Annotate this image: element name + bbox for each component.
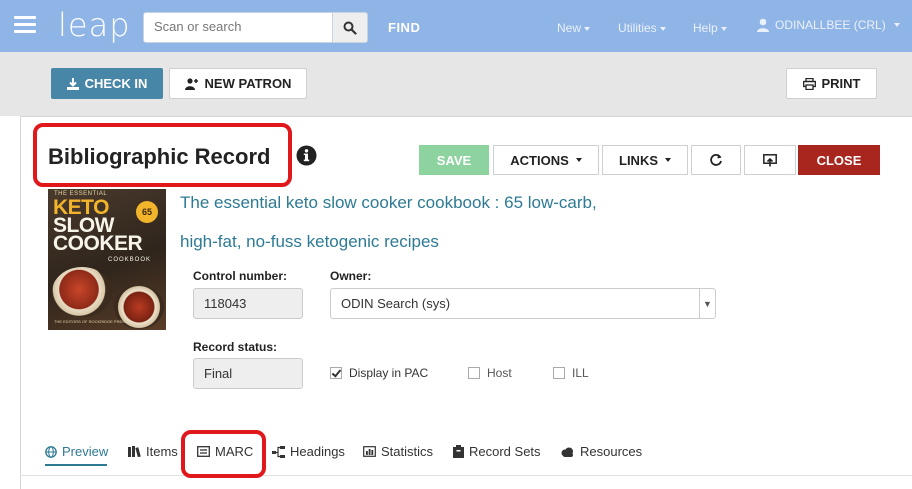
checkbox-label: ILL bbox=[572, 366, 589, 380]
display-in-pac-checkbox[interactable]: Display in PAC bbox=[330, 366, 428, 380]
record-status-label: Record status: bbox=[193, 340, 278, 354]
refresh-button[interactable] bbox=[691, 145, 741, 175]
caret-down-icon bbox=[575, 158, 582, 162]
check-in-label: CHECK IN bbox=[84, 76, 148, 91]
user-label: ODINALLBEE (CRL) bbox=[775, 18, 886, 32]
menu-help-label: Help bbox=[693, 21, 718, 35]
caret-down-icon bbox=[659, 26, 666, 31]
active-tab-indicator bbox=[45, 464, 107, 466]
search-button[interactable] bbox=[332, 12, 368, 43]
checkbox-label: Host bbox=[487, 366, 512, 380]
close-button[interactable]: CLOSE bbox=[798, 145, 880, 175]
record-status-field: Final bbox=[193, 358, 303, 389]
tab-label: Headings bbox=[290, 444, 345, 459]
refresh-icon bbox=[710, 154, 722, 166]
tab-items[interactable]: Items bbox=[128, 444, 178, 459]
search-icon bbox=[343, 21, 357, 35]
add-user-icon bbox=[184, 77, 198, 90]
books-icon bbox=[128, 446, 141, 457]
marc-tab-highlight bbox=[181, 430, 266, 478]
tab-record-sets[interactable]: Record Sets bbox=[453, 444, 541, 459]
actions-button[interactable]: ACTIONS bbox=[493, 145, 599, 175]
owner-label: Owner: bbox=[330, 269, 372, 283]
caret-down-icon bbox=[720, 26, 727, 31]
print-label: PRINT bbox=[821, 76, 861, 91]
new-patron-label: NEW PATRON bbox=[204, 76, 292, 91]
cover-food-image bbox=[52, 267, 112, 317]
top-navbar: leap Scan or search FIND New Utilities H… bbox=[0, 0, 912, 52]
tabs-divider bbox=[20, 475, 912, 476]
export-icon bbox=[763, 153, 777, 166]
checkbox-icon bbox=[468, 367, 480, 379]
search-input[interactable]: Scan or search bbox=[143, 12, 333, 43]
caret-down-icon bbox=[893, 23, 900, 27]
caret-down-icon bbox=[665, 158, 671, 162]
check-in-button[interactable]: CHECK IN bbox=[51, 68, 163, 99]
sitemap-icon bbox=[272, 445, 285, 458]
menu-help[interactable]: Help bbox=[693, 21, 727, 35]
tab-label: Preview bbox=[62, 444, 109, 459]
tab-label: Statistics bbox=[381, 444, 434, 459]
tab-resources[interactable]: Resources bbox=[560, 444, 642, 459]
tab-label: Resources bbox=[580, 444, 643, 459]
tab-preview[interactable]: Preview bbox=[45, 444, 108, 459]
caret-down-icon bbox=[584, 26, 591, 31]
find-link[interactable]: FIND bbox=[388, 20, 420, 35]
hamburger-menu-icon[interactable] bbox=[14, 16, 36, 34]
tab-headings[interactable]: Headings bbox=[272, 444, 345, 459]
cover-author: THE EDITORS OF ROCKRIDGE PRESS bbox=[54, 319, 128, 324]
menu-utilities[interactable]: Utilities bbox=[618, 21, 666, 35]
control-number-field: 118043 bbox=[193, 288, 303, 319]
links-button[interactable]: LINKS bbox=[602, 145, 688, 175]
checkbox-icon bbox=[553, 367, 565, 379]
app-logo[interactable]: leap bbox=[58, 6, 131, 44]
menu-new-label: New bbox=[557, 21, 582, 35]
checkbox-label: Display in PAC bbox=[349, 366, 429, 380]
links-label: LINKS bbox=[619, 152, 658, 168]
cloud-icon bbox=[561, 447, 573, 457]
cover-badge: 65 bbox=[136, 201, 158, 223]
user-icon bbox=[757, 18, 769, 32]
title-highlight bbox=[33, 123, 292, 187]
ill-checkbox[interactable]: ILL bbox=[553, 366, 589, 380]
book-title: The essential keto slow cooker cookbook … bbox=[180, 193, 597, 251]
save-button[interactable]: SAVE bbox=[419, 145, 489, 175]
tab-label: Record Sets bbox=[469, 444, 541, 459]
new-patron-button[interactable]: NEW PATRON bbox=[169, 68, 307, 99]
export-button[interactable] bbox=[744, 145, 796, 175]
host-checkbox[interactable]: Host bbox=[468, 366, 512, 380]
actions-label: ACTIONS bbox=[510, 152, 569, 168]
info-icon[interactable] bbox=[296, 145, 317, 166]
archive-icon bbox=[453, 445, 464, 458]
cover-text: COOKER bbox=[53, 232, 143, 255]
printer-icon bbox=[802, 77, 816, 90]
globe-icon bbox=[45, 445, 57, 458]
bar-chart-icon bbox=[363, 446, 376, 457]
menu-new[interactable]: New bbox=[557, 21, 591, 35]
menu-utilities-label: Utilities bbox=[618, 21, 657, 35]
tab-label: Items bbox=[146, 444, 178, 459]
owner-select[interactable]: ODIN Search (sys) ▼ bbox=[330, 288, 716, 319]
user-menu[interactable]: ODINALLBEE (CRL) bbox=[756, 18, 900, 32]
download-icon bbox=[66, 77, 79, 90]
print-button[interactable]: PRINT bbox=[786, 68, 877, 99]
book-cover-image: THE ESSENTIAL KETO SLOW COOKER COOKBOOK … bbox=[48, 189, 166, 330]
owner-value: ODIN Search (sys) bbox=[341, 296, 451, 311]
control-number-label: Control number: bbox=[193, 269, 287, 283]
tab-statistics[interactable]: Statistics bbox=[363, 444, 433, 459]
cover-text: COOKBOOK bbox=[108, 257, 152, 263]
checkbox-checked-icon bbox=[330, 367, 342, 379]
chevron-down-icon: ▼ bbox=[699, 289, 715, 318]
